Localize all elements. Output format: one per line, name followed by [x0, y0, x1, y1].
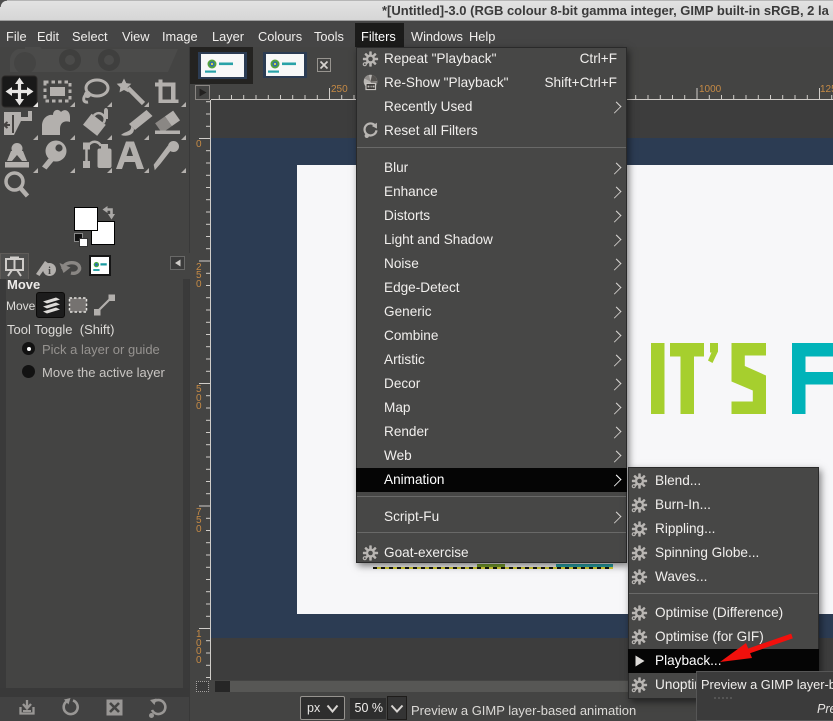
svg-text:i: i [48, 266, 51, 277]
